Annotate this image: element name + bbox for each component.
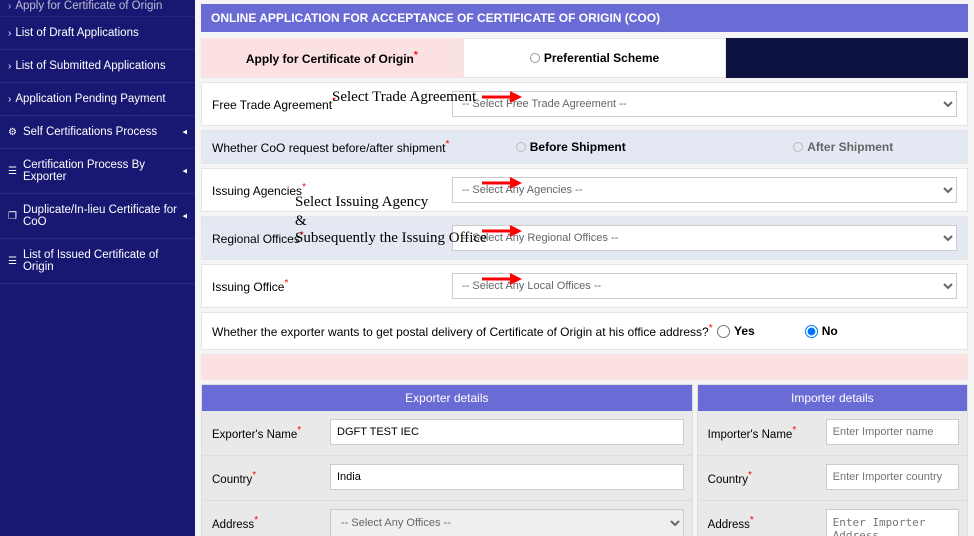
importer-name-label: Importer's Name: [698, 411, 818, 455]
details-section: Exporter details Exporter's Name Country…: [201, 384, 968, 536]
postal-question: Whether the exporter wants to get postal…: [212, 323, 717, 339]
apply-label-cell: Apply for Certificate of Origin: [201, 38, 463, 78]
shipment-row: Whether CoO request before/after shipmen…: [201, 130, 968, 164]
list-icon: ☰: [8, 256, 17, 267]
agencies-select[interactable]: -- Select Any Agencies --: [452, 177, 957, 203]
shipment-label: Whether CoO request before/after shipmen…: [212, 139, 452, 155]
radio-input[interactable]: [805, 325, 818, 338]
importer-head: Importer details: [698, 385, 967, 411]
exporter-details: Exporter details Exporter's Name Country…: [201, 384, 693, 536]
importer-details: Importer details Importer's Name Country…: [697, 384, 968, 536]
fta-row: Free Trade Agreement -- Select Free Trad…: [201, 82, 968, 126]
postal-yes[interactable]: Yes: [717, 324, 755, 338]
sidebar: ›Apply for Certificate of Origin ›List o…: [0, 0, 195, 536]
agencies-label: Issuing Agencies: [212, 182, 452, 198]
exporter-name-input[interactable]: [330, 419, 684, 445]
sidebar-item-label: Self Certifications Process: [23, 126, 157, 138]
regional-label: Regional Offices: [212, 230, 452, 246]
exporter-head: Exporter details: [202, 385, 692, 411]
list-icon: ☰: [8, 166, 17, 177]
copy-icon: ❐: [8, 211, 17, 222]
page-title: ONLINE APPLICATION FOR ACCEPTANCE OF CER…: [201, 4, 968, 32]
sidebar-item-submitted[interactable]: ›List of Submitted Applications: [0, 50, 195, 83]
main-content: ONLINE APPLICATION FOR ACCEPTANCE OF CER…: [195, 0, 974, 536]
chevron-left-icon: ◂: [182, 166, 187, 177]
chevron-left-icon: ◂: [182, 127, 187, 138]
sidebar-item-label: Apply for Certificate of Origin: [15, 0, 162, 12]
postal-no[interactable]: No: [805, 324, 838, 338]
office-row: Issuing Office -- Select Any Local Offic…: [201, 264, 968, 308]
exporter-name-label: Exporter's Name: [202, 411, 322, 455]
chevron-left-icon: ◂: [182, 211, 187, 222]
sidebar-item-certproc[interactable]: ☰ Certification Process By Exporter◂: [0, 149, 195, 194]
after-shipment-option[interactable]: After Shipment: [793, 140, 893, 154]
sidebar-item-apply[interactable]: ›Apply for Certificate of Origin: [0, 0, 195, 17]
sidebar-item-label: List of Draft Applications: [15, 27, 138, 39]
importer-country-input[interactable]: [826, 464, 959, 490]
scheme-label: Preferential Scheme: [544, 51, 659, 65]
sidebar-item-pending[interactable]: ›Application Pending Payment: [0, 83, 195, 116]
radio-icon: [516, 142, 526, 152]
radio-icon: [530, 53, 540, 63]
fta-label: Free Trade Agreement: [212, 96, 452, 112]
radio-input[interactable]: [717, 325, 730, 338]
sidebar-item-label: Duplicate/In-lieu Certificate for CoO: [23, 204, 187, 228]
fta-select[interactable]: -- Select Free Trade Agreement --: [452, 91, 957, 117]
sidebar-item-draft[interactable]: ›List of Draft Applications: [0, 17, 195, 50]
before-shipment-option[interactable]: Before Shipment: [516, 140, 626, 154]
office-select[interactable]: -- Select Any Local Offices --: [452, 273, 957, 299]
importer-address-input[interactable]: [826, 509, 959, 536]
sidebar-item-label: List of Submitted Applications: [15, 60, 165, 72]
sidebar-item-selfcert[interactable]: ⚙ Self Certifications Process ◂: [0, 116, 195, 149]
sidebar-item-duplicate[interactable]: ❐ Duplicate/In-lieu Certificate for CoO◂: [0, 194, 195, 239]
apply-header-row: Apply for Certificate of Origin Preferen…: [201, 38, 968, 78]
separator: [201, 354, 968, 380]
radio-icon: [793, 142, 803, 152]
postal-row: Whether the exporter wants to get postal…: [201, 312, 968, 350]
regional-row: Regional Offices -- Select Any Regional …: [201, 216, 968, 260]
sidebar-item-issued[interactable]: ☰ List of Issued Certificate of Origin: [0, 239, 195, 284]
sidebar-item-label: Certification Process By Exporter: [23, 159, 187, 183]
exporter-country-input[interactable]: [330, 464, 684, 490]
agencies-row: Issuing Agencies -- Select Any Agencies …: [201, 168, 968, 212]
exporter-address-select[interactable]: -- Select Any Offices --: [330, 509, 684, 536]
sidebar-item-label: List of Issued Certificate of Origin: [23, 249, 187, 273]
exporter-address-label: Address: [202, 501, 322, 536]
importer-address-label: Address: [698, 501, 818, 536]
apply-right-cell: [726, 38, 968, 78]
regional-select[interactable]: -- Select Any Regional Offices --: [452, 225, 957, 251]
preferential-scheme-option[interactable]: Preferential Scheme: [463, 38, 727, 78]
apply-label: Apply for Certificate of Origin: [246, 52, 418, 66]
office-label: Issuing Office: [212, 278, 452, 294]
sidebar-item-label: Application Pending Payment: [15, 93, 165, 105]
importer-country-label: Country: [698, 456, 818, 500]
exporter-country-label: Country: [202, 456, 322, 500]
importer-name-input[interactable]: [826, 419, 959, 445]
gear-icon: ⚙: [8, 127, 17, 138]
